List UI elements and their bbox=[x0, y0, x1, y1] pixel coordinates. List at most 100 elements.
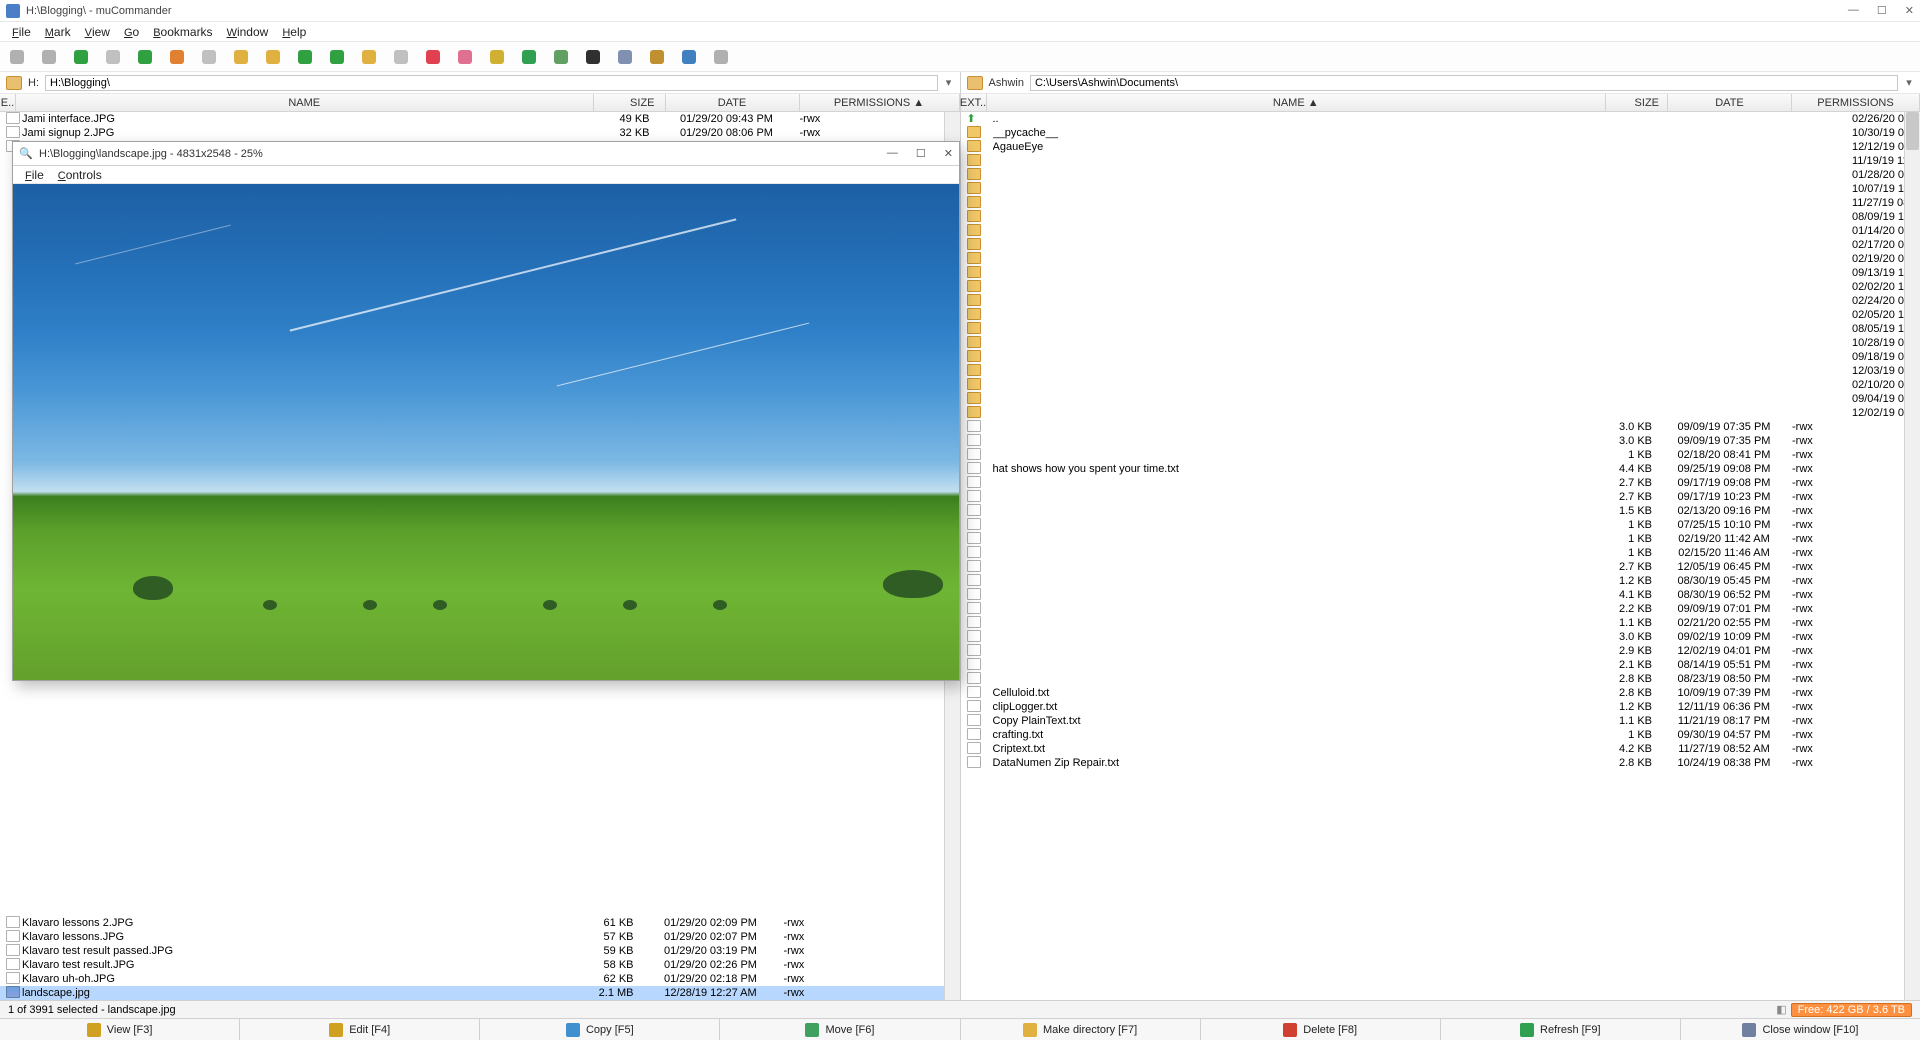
close-icon[interactable]: ✕ bbox=[1905, 4, 1914, 17]
new-window-icon[interactable] bbox=[8, 48, 26, 66]
file-row[interactable]: crafting.txt1 KB09/30/19 04:57 PM-rwx bbox=[961, 728, 1920, 742]
file-row[interactable]: 1 KB02/19/20 11:42 AM-rwx bbox=[961, 532, 1920, 546]
image-viewer-window[interactable]: 🔍 H:\Blogging\landscape.jpg - 4831x2548 … bbox=[12, 141, 960, 681]
file-row[interactable]: 1 KB07/25/15 10:10 PM-rwx bbox=[961, 518, 1920, 532]
file-row[interactable]: 11/27/19 08:10 PMdrwx bbox=[961, 196, 1920, 210]
up-icon[interactable] bbox=[136, 48, 154, 66]
globe-icon[interactable] bbox=[520, 48, 538, 66]
file-row[interactable]: 2.8 KB08/23/19 08:50 PM-rwx bbox=[961, 672, 1920, 686]
drive-icon[interactable] bbox=[6, 76, 22, 90]
menu-file[interactable]: File bbox=[6, 24, 37, 40]
header-perm[interactable]: PERMISSIONS ▲ bbox=[800, 94, 960, 111]
header-name[interactable]: NAME ▲ bbox=[987, 94, 1607, 111]
left-path-input[interactable] bbox=[45, 75, 938, 91]
fn-close[interactable]: Close window [F10] bbox=[1681, 1019, 1920, 1040]
swap-icon[interactable] bbox=[328, 48, 346, 66]
header-date[interactable]: DATE bbox=[666, 94, 800, 111]
file-row[interactable]: Klavaro uh-oh.JPG62 KB01/29/20 02:18 PM-… bbox=[0, 972, 944, 986]
file-row[interactable]: Criptext.txt4.2 KB11/27/19 08:52 AM-rwx bbox=[961, 742, 1920, 756]
file-row[interactable]: clipLogger.txt1.2 KB12/11/19 06:36 PM-rw… bbox=[961, 700, 1920, 714]
file-row[interactable]: ⬆..02/26/20 03:11 PM bbox=[961, 112, 1920, 126]
globe2-icon[interactable] bbox=[552, 48, 570, 66]
heart-add-icon[interactable] bbox=[456, 48, 474, 66]
forward-icon[interactable] bbox=[104, 48, 122, 66]
menu-go[interactable]: Go bbox=[118, 24, 145, 40]
file-row[interactable]: 08/05/19 12:35 AMdrwx bbox=[961, 322, 1920, 336]
file-row[interactable]: 02/10/20 03:34 PMdrwx bbox=[961, 378, 1920, 392]
file-row[interactable]: 02/19/20 02:46 PMdrwx bbox=[961, 252, 1920, 266]
file-row[interactable]: 1 KB02/18/20 08:41 PM-rwx bbox=[961, 448, 1920, 462]
menu-help[interactable]: Help bbox=[276, 24, 312, 40]
file-row[interactable]: 2.2 KB09/09/19 07:01 PM-rwx bbox=[961, 602, 1920, 616]
file-row[interactable]: 2.7 KB12/05/19 06:45 PM-rwx bbox=[961, 560, 1920, 574]
drive-icon[interactable] bbox=[967, 76, 983, 90]
file-row[interactable]: 02/24/20 05:01 PMdrwx bbox=[961, 294, 1920, 308]
file-row[interactable]: 1.5 KB02/13/20 09:16 PM-rwx bbox=[961, 504, 1920, 518]
maximize-icon[interactable]: ☐ bbox=[1877, 4, 1887, 17]
file-row[interactable]: 3.0 KB09/09/19 07:35 PM-rwx bbox=[961, 420, 1920, 434]
file-row[interactable]: 4.1 KB08/30/19 06:52 PM-rwx bbox=[961, 588, 1920, 602]
file-row[interactable]: 10/28/19 09:55 AMdrwx bbox=[961, 336, 1920, 350]
file-row[interactable]: 01/28/20 06:24 PMdrwx bbox=[961, 168, 1920, 182]
menu-bookmarks[interactable]: Bookmarks bbox=[147, 24, 218, 40]
viewer-menu-file[interactable]: File bbox=[19, 167, 50, 183]
file-row[interactable]: 10/07/19 12:25 PMdrwx bbox=[961, 182, 1920, 196]
file-row[interactable]: DataNumen Zip Repair.txt2.8 KB10/24/19 0… bbox=[961, 756, 1920, 770]
fn-make[interactable]: Make directory [F7] bbox=[961, 1019, 1201, 1040]
file-row[interactable]: 1 KB02/15/20 11:46 AM-rwx bbox=[961, 546, 1920, 560]
file-row[interactable]: Copy PlainText.txt1.1 KB11/21/19 08:17 P… bbox=[961, 714, 1920, 728]
scrollbar[interactable] bbox=[1904, 112, 1920, 1000]
menu-window[interactable]: Window bbox=[221, 24, 275, 40]
close-icon[interactable]: ✕ bbox=[944, 147, 953, 160]
file-row[interactable]: hat shows how you spent your time.txt4.4… bbox=[961, 462, 1920, 476]
file-row[interactable]: 1.1 KB02/21/20 02:55 PM-rwx bbox=[961, 616, 1920, 630]
home-icon[interactable] bbox=[168, 48, 186, 66]
file-row[interactable]: 2.9 KB12/02/19 04:01 PM-rwx bbox=[961, 644, 1920, 658]
header-size[interactable]: SIZE bbox=[1606, 94, 1668, 111]
file-row[interactable]: landscape.jpg2.1 MB12/28/19 12:27 AM-rwx bbox=[0, 986, 944, 1000]
dropdown-icon[interactable]: ▾ bbox=[944, 76, 954, 89]
viewer-menu-controls[interactable]: Controls bbox=[52, 167, 108, 183]
info-icon[interactable] bbox=[680, 48, 698, 66]
right-filelist[interactable]: ⬆..02/26/20 03:11 PM__pycache__10/30/19 … bbox=[961, 112, 1920, 1000]
header-ext[interactable]: E.. bbox=[0, 94, 16, 111]
folder-parent-icon[interactable] bbox=[232, 48, 250, 66]
dropdown-icon[interactable]: ▾ bbox=[1904, 76, 1914, 89]
left-drive-label[interactable]: H: bbox=[28, 77, 39, 89]
stop-icon[interactable] bbox=[200, 48, 218, 66]
file-row[interactable]: Klavaro test result passed.JPG59 KB01/29… bbox=[0, 944, 944, 958]
back-icon[interactable] bbox=[72, 48, 90, 66]
file-row[interactable]: 02/05/20 11:27 PMdrwx bbox=[961, 308, 1920, 322]
minimize-icon[interactable]: — bbox=[887, 147, 898, 160]
header-size[interactable]: SIZE bbox=[594, 94, 666, 111]
file-row[interactable]: Klavaro lessons.JPG57 KB01/29/20 02:07 P… bbox=[0, 930, 944, 944]
edit-icon[interactable] bbox=[648, 48, 666, 66]
file-row[interactable]: 02/02/20 10:31 AMdrwx bbox=[961, 280, 1920, 294]
terminal-icon[interactable] bbox=[584, 48, 602, 66]
file-row[interactable]: 09/04/19 09:56 AMdrwx bbox=[961, 392, 1920, 406]
fn-refresh[interactable]: Refresh [F9] bbox=[1441, 1019, 1681, 1040]
minimize-icon[interactable]: — bbox=[1848, 4, 1859, 17]
header-perm[interactable]: PERMISSIONS bbox=[1792, 94, 1920, 111]
folder-open-icon[interactable] bbox=[264, 48, 282, 66]
refresh-icon[interactable] bbox=[296, 48, 314, 66]
fn-move[interactable]: Move [F6] bbox=[720, 1019, 960, 1040]
header-ext[interactable]: EXT.. bbox=[961, 94, 987, 111]
file-row[interactable]: Klavaro lessons 2.JPG61 KB01/29/20 02:09… bbox=[0, 916, 944, 930]
file-row[interactable]: 12/03/19 01:03 PMdrwx bbox=[961, 364, 1920, 378]
file-row[interactable]: __pycache__10/30/19 09:12 PMdrwx bbox=[961, 126, 1920, 140]
file-row[interactable]: 02/17/20 01:41 PMdrwx bbox=[961, 238, 1920, 252]
mail-icon[interactable] bbox=[616, 48, 634, 66]
fn-view[interactable]: View [F3] bbox=[0, 1019, 240, 1040]
file-row[interactable]: Celluloid.txt2.8 KB10/09/19 07:39 PM-rwx bbox=[961, 686, 1920, 700]
file-row[interactable]: 01/14/20 02:22 PMdrwx bbox=[961, 224, 1920, 238]
file-row[interactable]: 2.7 KB09/17/19 10:23 PM-rwx bbox=[961, 490, 1920, 504]
settings-icon[interactable] bbox=[712, 48, 730, 66]
menu-mark[interactable]: Mark bbox=[39, 24, 77, 40]
file-row[interactable]: AgaueEye12/12/19 02:38 PMdrwx bbox=[961, 140, 1920, 154]
file-row[interactable]: Jami signup 2.JPG32 KB01/29/20 08:06 PM-… bbox=[0, 126, 960, 140]
file-row[interactable]: 2.7 KB09/17/19 09:08 PM-rwx bbox=[961, 476, 1920, 490]
menu-view[interactable]: View bbox=[79, 24, 116, 40]
heart-icon[interactable] bbox=[424, 48, 442, 66]
file-row[interactable]: 09/18/19 09:41 AMdrwx bbox=[961, 350, 1920, 364]
